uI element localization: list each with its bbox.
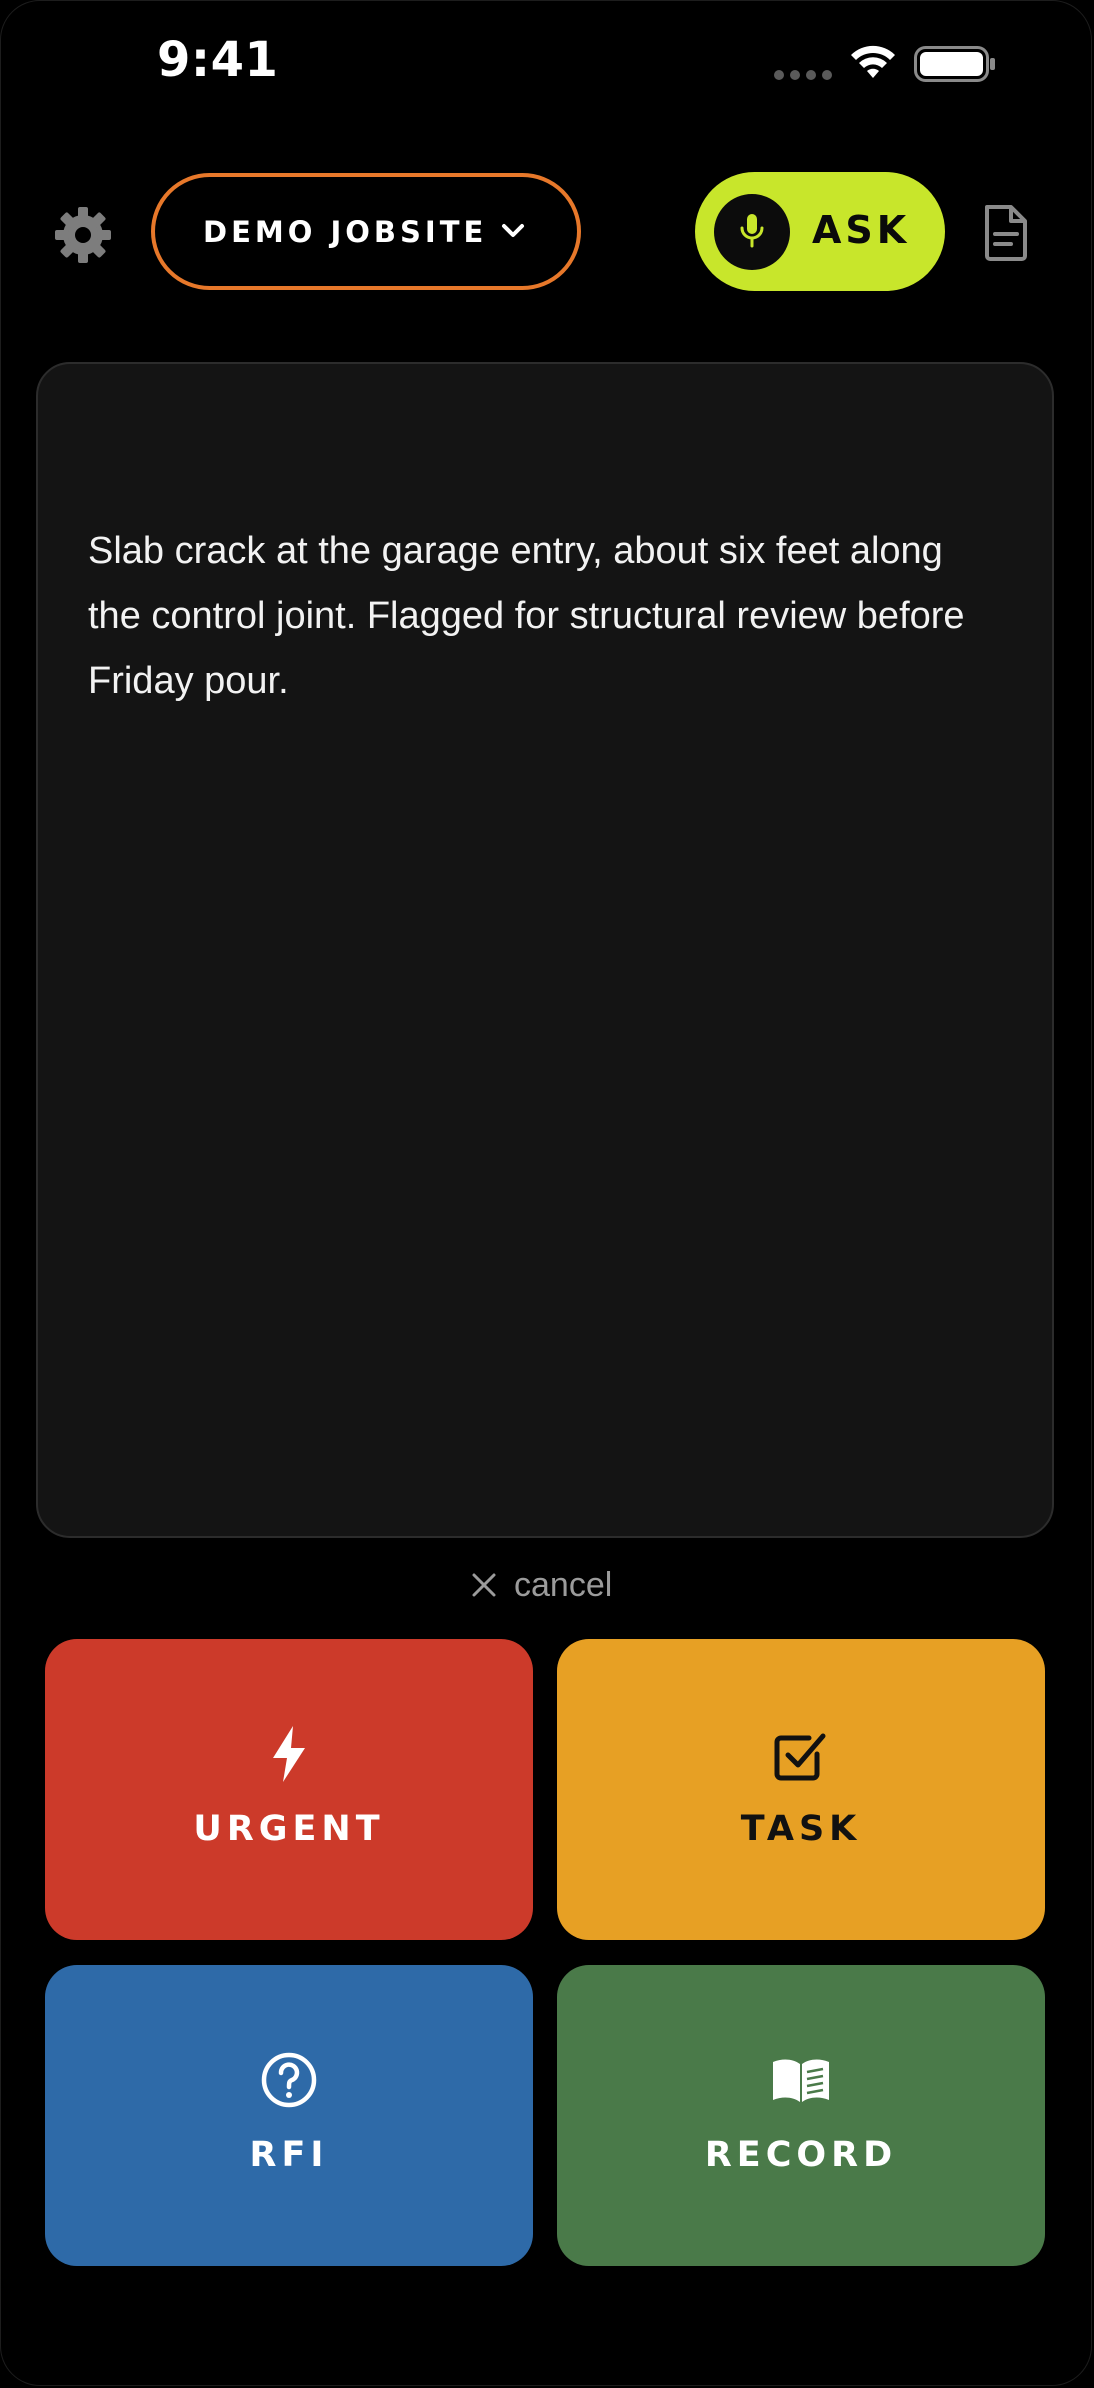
urgent-button[interactable]: URGENT: [45, 1639, 533, 1940]
transcript-card: Slab crack at the garage entry, about si…: [36, 362, 1054, 1538]
gear-icon[interactable]: [54, 206, 112, 264]
cellular-signal-icon: [774, 70, 832, 80]
document-icon[interactable]: [981, 204, 1031, 262]
record-button[interactable]: RECORD: [557, 1965, 1045, 2266]
checkbox-icon: [774, 1733, 826, 1781]
wifi-icon: [851, 45, 895, 78]
status-time: 9:41: [157, 32, 279, 88]
mic-badge: [714, 194, 790, 270]
battery-icon: [914, 46, 995, 82]
task-label: TASK: [740, 1809, 862, 1849]
chevron-down-icon: [502, 224, 524, 237]
cancel-label: cancel: [514, 1565, 613, 1604]
jobsite-label: DEMO JOBSITE: [203, 214, 488, 249]
close-icon: [472, 1573, 496, 1597]
record-label: RECORD: [704, 2135, 898, 2175]
task-button[interactable]: TASK: [557, 1639, 1045, 1940]
lightning-bolt-icon: [273, 1726, 305, 1782]
microphone-icon: [740, 214, 764, 248]
rfi-button[interactable]: RFI: [45, 1965, 533, 2266]
rfi-label: RFI: [249, 2135, 329, 2175]
ask-label: ASK: [812, 208, 911, 252]
open-book-icon: [773, 2059, 829, 2102]
urgent-label: URGENT: [193, 1809, 385, 1849]
cancel-button[interactable]: cancel: [470, 1562, 612, 1608]
jobsite-selector-button[interactable]: DEMO JOBSITE: [151, 173, 581, 290]
ask-button[interactable]: ASK: [695, 172, 945, 291]
transcript-text: Slab crack at the garage entry, about si…: [88, 530, 965, 702]
question-circle-icon: [261, 2052, 317, 2108]
